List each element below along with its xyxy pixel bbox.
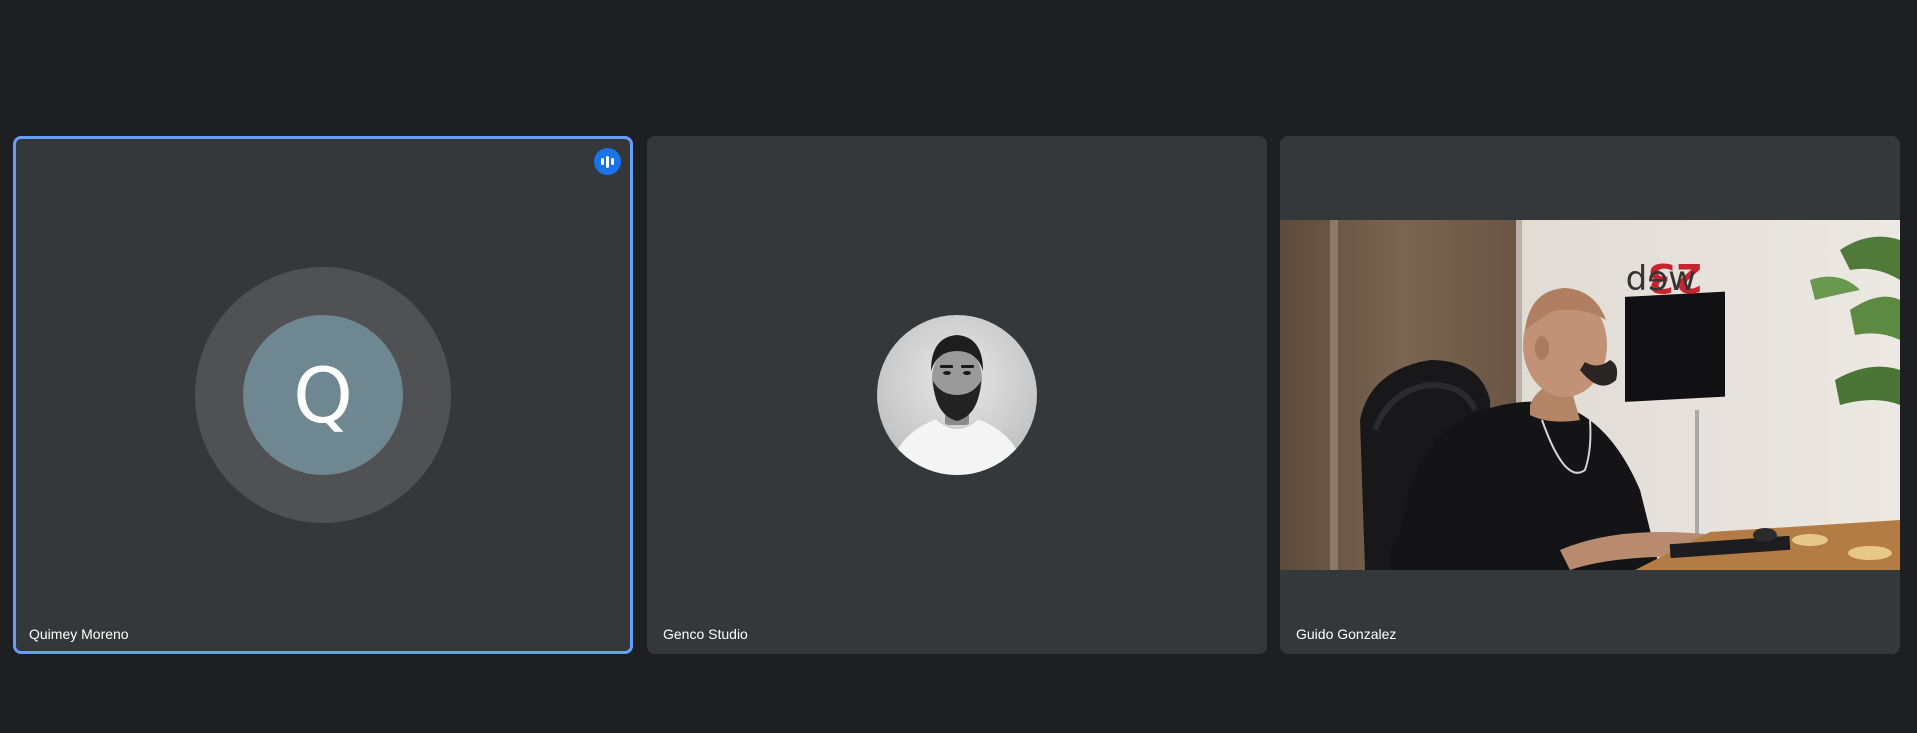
participant-tile-genco-studio[interactable]: Genco Studio [647, 136, 1267, 654]
participant-name: Genco Studio [663, 626, 748, 642]
participant-tile-quimey-moreno[interactable]: Q Quimey Moreno [13, 136, 633, 654]
video-feed: 23 web [1280, 220, 1900, 570]
camera-feed-icon: 23 web [1280, 220, 1900, 570]
participant-name: Quimey Moreno [29, 626, 129, 642]
participant-name: Guido Gonzalez [1296, 626, 1397, 642]
participant-tile-guido-gonzalez[interactable]: 23 web Guido Gonzalez [1280, 136, 1900, 654]
avatar: Q [243, 315, 403, 475]
avatar [877, 315, 1037, 475]
svg-text:web: web [1626, 259, 1696, 299]
meeting-grid: Q Quimey Moreno Genco Studio 23 web Guid… [0, 0, 1917, 733]
speaking-indicator-icon [594, 148, 621, 175]
profile-photo-icon [887, 335, 1027, 475]
